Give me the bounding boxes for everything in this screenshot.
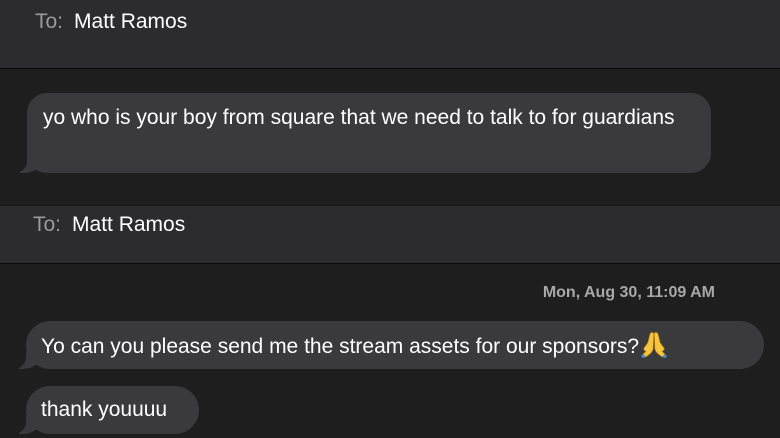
incoming-message-bubble[interactable]: thank youuuu: [10, 386, 199, 434]
message-thread: Mon, Aug 30, 11:09 AM Yo can you please …: [0, 264, 780, 438]
recipient-name[interactable]: Matt Ramos: [74, 10, 187, 34]
incoming-message-bubble[interactable]: yo who is your boy from square that we n…: [11, 93, 711, 173]
recipient-name[interactable]: Matt Ramos: [72, 213, 185, 237]
to-label: To:: [33, 213, 62, 236]
folded-hands-icon: [641, 332, 668, 358]
bubble-tail: [10, 349, 41, 369]
message-thread: yo who is your boy from square that we n…: [0, 69, 780, 205]
message-text: yo who is your boy from square that we n…: [43, 106, 675, 129]
bubble-tail: [11, 153, 42, 173]
message-text: Yo can you please send me the stream ass…: [41, 335, 640, 358]
message-text: thank youuuu: [41, 398, 168, 421]
incoming-message-bubble[interactable]: Yo can you please send me the stream ass…: [10, 321, 764, 369]
to-label: To:: [35, 10, 64, 33]
messages-window: To: Matt Ramos yo who is your boy from s…: [0, 0, 780, 438]
message-timestamp: Mon, Aug 30, 11:09 AM: [542, 284, 715, 301]
recipient-header[interactable]: To: Matt Ramos: [0, 0, 780, 69]
bubble-tail: [10, 414, 41, 434]
recipient-header[interactable]: To: Matt Ramos: [0, 205, 780, 264]
